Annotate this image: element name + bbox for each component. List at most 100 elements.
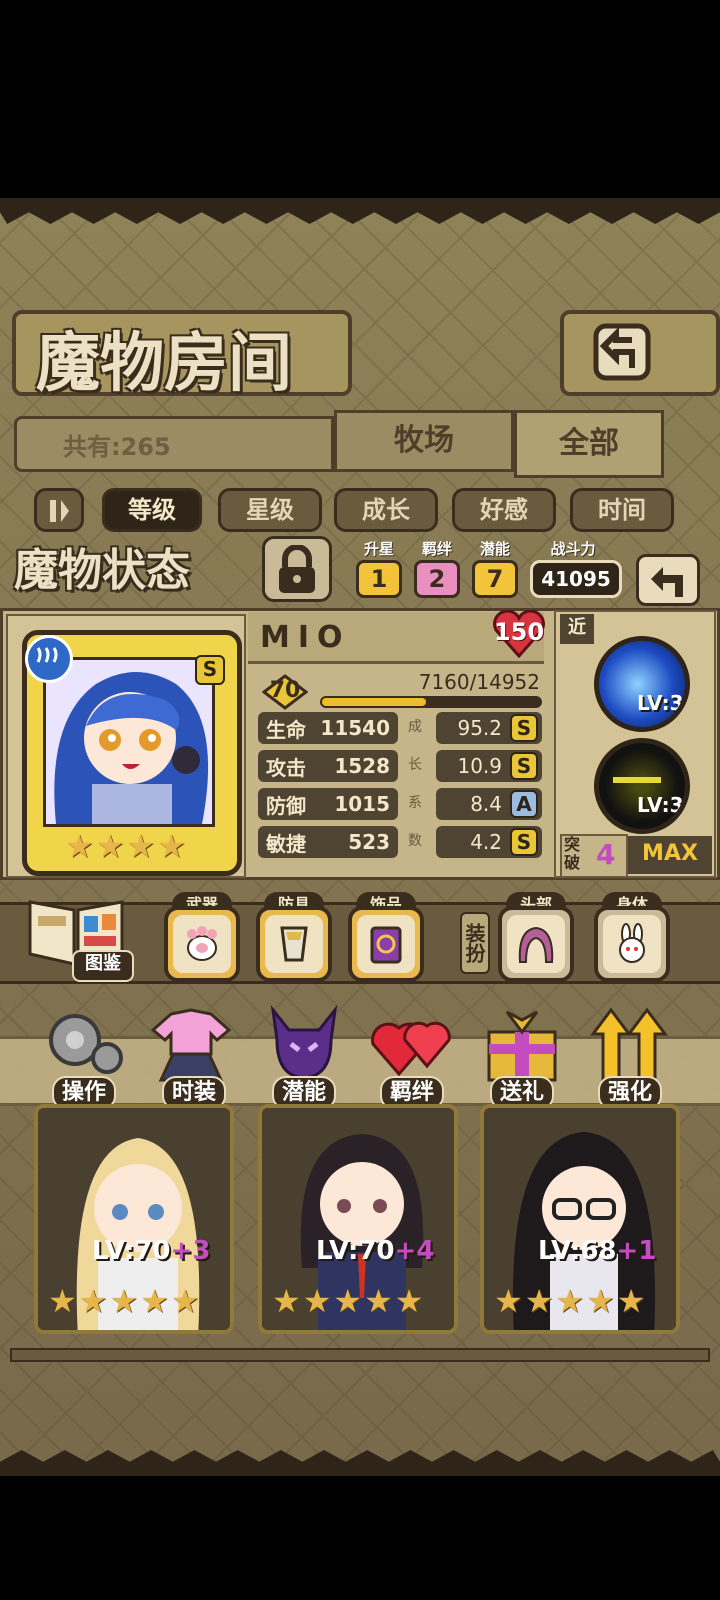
skill-2-level: LV:3 [637,793,684,817]
card-level: LV:68+1 [538,1236,656,1266]
sort-tab-time[interactable]: 时间 [570,488,674,532]
card-level: LV:70+4 [316,1236,434,1266]
action-bond[interactable]: 羁绊 [366,1004,458,1114]
card-stars: ★★★★★ [494,1282,648,1320]
breakthrough-value: 4 [596,838,616,871]
sort-tab-star[interactable]: 星级 [218,488,322,532]
stat-value: 1528 [334,754,390,778]
demon-icon [270,1004,338,1080]
codex-button[interactable]: 图鉴 [22,888,134,984]
gauntlet-icon [280,926,308,962]
monster-card-2[interactable]: LV:70+4 ★★★★★ [258,1104,458,1334]
codex-label: 图鉴 [72,950,134,982]
exp-text: 7160/14952 [418,670,540,694]
rank-grade: S [195,655,225,685]
action-enhance[interactable]: 强化 [584,1004,676,1114]
spellbook-icon [370,926,402,964]
card-level-text: LV:70 [316,1236,395,1266]
armor-slot[interactable] [256,906,332,982]
tab-all[interactable]: 全部 [514,410,664,478]
stat-def: 防御 1015 [258,788,398,820]
card-level: LV:70+3 [92,1236,210,1266]
room-title: 魔物房间 [36,326,292,401]
sort-order-button[interactable] [34,488,84,532]
body-slot[interactable] [594,906,670,982]
level-cap: 150 [493,618,545,646]
monster-card-3[interactable]: LV:68+1 ★★★★★ [480,1104,680,1334]
card-level-text: LV:68 [538,1236,617,1266]
lock-button[interactable] [262,536,332,602]
power-value: 41095 [530,560,622,598]
badge-bond-label: 羁绊 [421,540,452,558]
card-stars: ★★★★★ [272,1282,426,1320]
grade-hp: S [510,714,538,742]
badge-star-label: 升星 [363,540,394,558]
element-icon [25,635,73,683]
up-arrows-icon [590,1007,668,1082]
gift-icon [487,1010,557,1082]
list-bottom-rail [10,1348,710,1362]
total-count: 共有:265 [63,433,171,461]
power-label: 战斗力 [550,540,596,558]
skill-2[interactable]: LV:3 [594,738,690,834]
sort-tab-level[interactable]: 等级 [102,488,202,532]
stat-label: 防御 [266,793,306,818]
armor-image [265,915,323,973]
badge-potential-value[interactable]: 7 [472,560,518,598]
action-gift[interactable]: 送礼 [476,1004,568,1114]
outfit-label: 装扮 [460,912,490,974]
breakthrough-label: 突破 [564,835,581,872]
total-count-bar: 共有:265 [14,416,334,472]
status-title: 魔物状态 [14,545,190,596]
water-element-icon [36,647,58,663]
monster-portrait [54,672,209,824]
accessory-image [357,915,415,973]
head-slot[interactable] [498,906,574,982]
status-back-button[interactable] [636,554,700,606]
weapon-slot[interactable] [164,906,240,982]
stat-atk: 攻击 1528 [258,750,398,782]
accessory-slot[interactable] [348,906,424,982]
portrait-frame: S ★★★★ [6,614,246,878]
paw-glove-icon [187,926,217,961]
stat-label: 攻击 [266,755,306,780]
badge-bond-value[interactable]: 2 [414,560,460,598]
hearts-icon [371,1021,451,1077]
growth-char: 系 [408,795,422,811]
stat-value: 523 [348,830,390,854]
action-potential[interactable]: 潜能 [258,1004,350,1114]
skill-2-glyph [613,777,661,783]
range-label: 近 [560,614,594,644]
grade-def: A [510,790,538,818]
stat-label: 生命 [266,717,306,742]
max-label[interactable]: MAX [628,836,712,874]
skill-1[interactable]: LV:3 [594,636,690,732]
weapon-image [173,915,231,973]
sort-tab-growth[interactable]: 成长 [334,488,438,532]
stat-value: 1015 [334,792,390,816]
badge-star-value[interactable]: 1 [356,560,402,598]
hair-icon [518,926,554,963]
monster-card-1[interactable]: LV:70+3 ★★★★★ [34,1104,234,1334]
lock-icon [279,545,315,593]
head-image [507,915,565,973]
return-icon [593,323,651,381]
tab-ranch[interactable]: 牧场 [334,410,514,472]
action-operate[interactable]: 操作 [38,1004,130,1114]
growth-char: 数 [408,833,422,849]
game-screen: 魔物房间 共有:265 牧场 全部 等级 星级 成长 好感 时间 魔物状态 升星… [0,198,720,1476]
level-cap-heart: 150 [492,610,546,658]
card-level-text: LV:70 [92,1236,171,1266]
monster-name: MIO [260,620,351,655]
body-image [603,915,661,973]
portrait-card[interactable]: S ★★★★ [22,630,242,876]
action-fashion[interactable]: 时装 [148,1004,240,1114]
card-plus: +4 [394,1236,435,1266]
monster-level: 70 [269,678,301,703]
growth-char: 成 [408,719,422,735]
back-button[interactable] [560,310,720,396]
monster-stars: ★★★★ [65,827,188,865]
stat-hp: 生命 11540 [258,712,398,744]
sort-tab-affinity[interactable]: 好感 [452,488,556,532]
portrait-image [43,657,215,827]
